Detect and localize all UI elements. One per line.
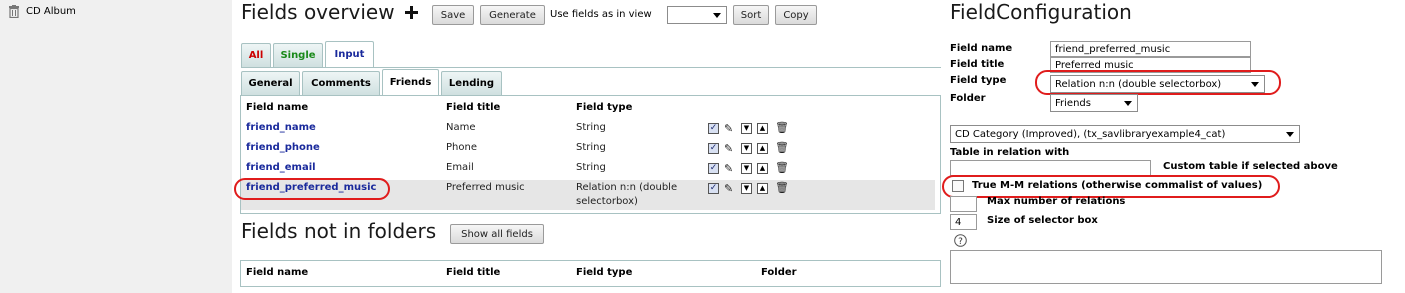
move-down-icon[interactable]: ▼ — [741, 123, 752, 134]
field-type-value: Relation n:n (double selectorbox) — [1055, 78, 1222, 90]
field-title-cell: Name — [446, 122, 476, 133]
move-up-icon[interactable]: ▲ — [757, 183, 768, 194]
tree-item-label: CD Album — [26, 6, 76, 17]
generate-button[interactable]: Generate — [480, 5, 545, 25]
tab-single[interactable]: Single — [273, 43, 323, 67]
selector-size-input[interactable]: 4 — [950, 214, 977, 230]
field-title-input[interactable]: Preferred music — [1050, 57, 1251, 73]
max-relations-label: Max number of relations — [987, 196, 1126, 207]
tab-divider — [241, 67, 941, 68]
move-up-icon[interactable]: ▲ — [757, 143, 768, 154]
config-title: FieldConfiguration — [950, 0, 1132, 24]
field-type-cell: Relation n:n (double — [576, 182, 678, 193]
true-mm-label: True M-M relations (otherwise commalist … — [972, 180, 1263, 191]
plus-icon[interactable] — [405, 6, 418, 19]
col-field-title: Field title — [446, 267, 501, 278]
field-title-cell: Email — [446, 162, 474, 173]
move-up-icon[interactable]: ▲ — [757, 123, 768, 134]
move-up-icon[interactable]: ▲ — [757, 163, 768, 174]
save-button[interactable]: Save — [432, 5, 474, 25]
move-down-icon[interactable]: ▼ — [741, 143, 752, 154]
chevron-down-icon — [713, 13, 721, 18]
chevron-down-icon — [1124, 101, 1132, 106]
field-type-select[interactable]: Relation n:n (double selectorbox) — [1050, 75, 1265, 93]
page-title: Fields overview — [241, 0, 395, 24]
tab-input[interactable]: Input — [325, 41, 374, 67]
delete-icon[interactable]: 🗑 — [775, 142, 789, 153]
delete-icon[interactable]: 🗑 — [775, 182, 789, 193]
delete-icon[interactable]: 🗑 — [775, 122, 789, 133]
tab-all[interactable]: All — [241, 43, 271, 67]
sort-button[interactable]: Sort — [733, 5, 769, 25]
help-icon[interactable]: ? — [954, 234, 967, 247]
chevron-down-icon — [1251, 82, 1259, 87]
delete-icon[interactable]: 🗑 — [775, 162, 789, 173]
field-type-cell-cont: selectorbox) — [576, 196, 638, 207]
field-title-label: Field title — [950, 59, 1005, 70]
svg-text:?: ? — [958, 237, 963, 247]
table-relation-label: Table in relation with — [950, 147, 1070, 158]
true-mm-checkbox[interactable] — [952, 180, 964, 192]
copy-button[interactable]: Copy — [775, 5, 817, 25]
checkbox-checked-icon[interactable]: ✓ — [708, 183, 719, 194]
edit-pen-icon[interactable]: ✎ — [724, 123, 733, 134]
category-value: CD Category (Improved), (tx_savlibraryex… — [955, 128, 1226, 140]
checkbox-checked-icon[interactable]: ✓ — [708, 163, 719, 174]
field-type-label: Field type — [950, 75, 1007, 86]
max-relations-input[interactable] — [950, 196, 977, 212]
checkbox-checked-icon[interactable]: ✓ — [708, 143, 719, 154]
field-link-friend-name[interactable]: friend_name — [246, 122, 316, 133]
move-down-icon[interactable]: ▼ — [741, 183, 752, 194]
field-type-cell: String — [576, 122, 606, 133]
col-field-type: Field type — [576, 267, 633, 278]
col-field-type: Field type — [576, 102, 633, 113]
edit-pen-icon[interactable]: ✎ — [724, 183, 733, 194]
custom-table-label: Custom table if selected above — [1163, 161, 1338, 172]
field-link-friend-preferred-music[interactable]: friend_preferred_music — [246, 182, 376, 193]
col-folder: Folder — [761, 267, 797, 278]
page-tree-panel — [0, 0, 232, 293]
selector-size-label: Size of selector box — [987, 215, 1098, 226]
field-title-cell: Preferred music — [446, 182, 525, 193]
col-field-name: Field name — [246, 102, 309, 113]
field-link-friend-email[interactable]: friend_email — [246, 162, 316, 173]
tab-general[interactable]: General — [241, 71, 300, 95]
trash-icon — [9, 5, 19, 18]
custom-table-input[interactable] — [950, 160, 1151, 176]
config-textarea[interactable] — [950, 250, 1382, 284]
tab-friends[interactable]: Friends — [382, 69, 439, 95]
use-fields-label: Use fields as in view — [550, 9, 652, 20]
checkbox-checked-icon[interactable]: ✓ — [708, 123, 719, 134]
edit-pen-icon[interactable]: ✎ — [724, 163, 733, 174]
show-all-fields-button[interactable]: Show all fields — [450, 224, 544, 244]
category-select[interactable]: CD Category (Improved), (tx_savlibraryex… — [950, 125, 1300, 143]
section-title-not-in-folders: Fields not in folders — [241, 219, 437, 243]
col-field-name: Field name — [246, 267, 309, 278]
col-field-title: Field title — [446, 102, 501, 113]
field-type-cell: String — [576, 162, 606, 173]
field-type-cell: String — [576, 142, 606, 153]
chevron-down-icon — [1286, 132, 1294, 137]
folder-select[interactable]: Friends — [1050, 94, 1138, 112]
edit-pen-icon[interactable]: ✎ — [724, 143, 733, 154]
folder-label: Folder — [950, 93, 986, 104]
move-down-icon[interactable]: ▼ — [741, 163, 752, 174]
field-link-friend-phone[interactable]: friend_phone — [246, 142, 320, 153]
field-name-label: Field name — [950, 43, 1013, 54]
tab-lending[interactable]: Lending — [441, 71, 502, 95]
field-name-input[interactable]: friend_preferred_music — [1050, 41, 1251, 57]
field-title-cell: Phone — [446, 142, 477, 153]
tab-comments[interactable]: Comments — [302, 71, 380, 95]
folder-value: Friends — [1055, 97, 1091, 109]
view-select[interactable] — [667, 6, 727, 24]
tree-item-cd-album[interactable]: CD Album — [8, 5, 76, 18]
